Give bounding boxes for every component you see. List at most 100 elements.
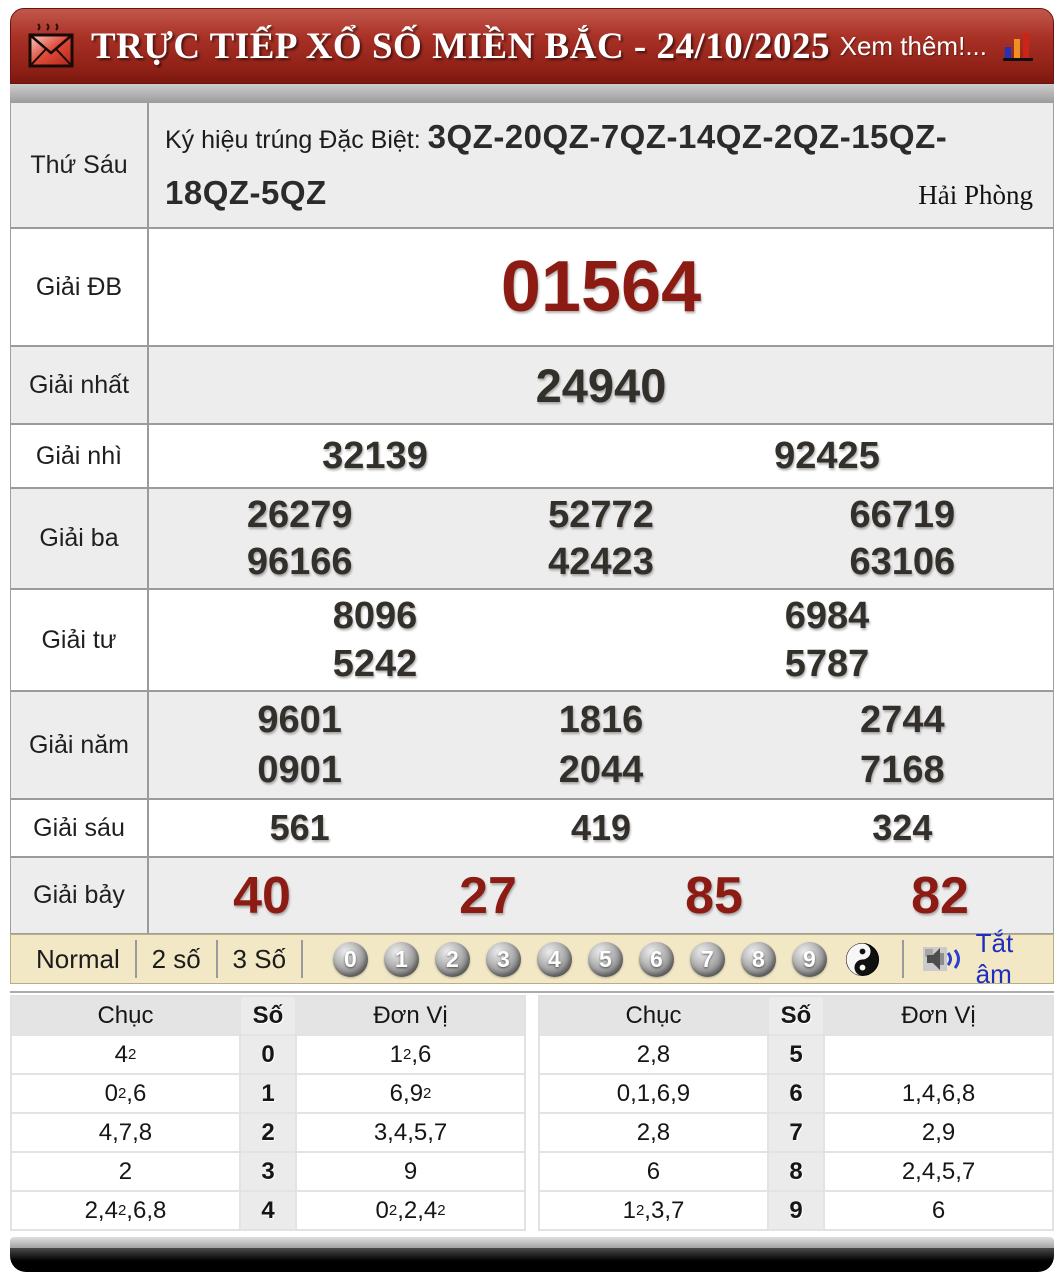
- ball-6[interactable]: 6: [638, 941, 674, 977]
- header-bar: TRỰC TIẾP XỔ SỐ MIỀN BẮC - 24/10/2025 Xe…: [10, 8, 1054, 84]
- stats-cell-chuc: 0 2,6: [104, 1079, 147, 1107]
- prize-line: 96166 42423 63106: [149, 541, 1053, 584]
- ball-2[interactable]: 2: [434, 941, 470, 977]
- stats-cell-so: 2: [238, 1114, 298, 1152]
- prize-number: 7168: [860, 748, 945, 791]
- stats-row: 2,4 2,6,8 4 0 2,2,4 2: [12, 1190, 524, 1230]
- prize-row-bay: Giải bảy 40 27 85 82: [11, 856, 1053, 934]
- stats-row: 1 2,3,7 9 6: [540, 1190, 1052, 1230]
- stats-cell-so: 7: [766, 1114, 826, 1152]
- prize-number: 01564: [500, 247, 702, 328]
- stats-cell-donvi: 0 2,2,4 2: [375, 1196, 446, 1224]
- stats-row: 0,1,6,9 6 1,4,6,8: [540, 1073, 1052, 1113]
- stats-row: 2,8 5: [540, 1034, 1052, 1074]
- prize-values: 9601 1816 2744 0901 2044 7168: [149, 692, 1053, 798]
- stats-cell-donvi: 2,4,5,7: [901, 1157, 976, 1185]
- bar-chart-icon[interactable]: [1001, 28, 1035, 64]
- envelope-icon: [25, 21, 77, 71]
- prize-values: 26279 52772 66719 96166 42423 63106: [149, 489, 1053, 588]
- prize-number: 5242: [332, 642, 418, 685]
- stats-cell-chuc: 0,1,6,9: [616, 1079, 691, 1107]
- speaker-icon: [922, 944, 966, 974]
- prize-number: 82: [911, 866, 969, 925]
- ball-5[interactable]: 5: [587, 941, 623, 977]
- stats-cell-donvi: 3,4,5,7: [373, 1118, 448, 1146]
- stats-header-row: Chục Số Đơn Vị: [540, 997, 1052, 1035]
- prize-number: 92425: [774, 434, 880, 477]
- stats-cell-donvi: 9: [403, 1157, 418, 1185]
- ball-4[interactable]: 4: [536, 941, 572, 977]
- prize-line: 5242 5787: [149, 643, 1053, 686]
- stats-cell-so: 0: [238, 1036, 298, 1074]
- stats-cell-so: 9: [766, 1192, 826, 1230]
- ball-7[interactable]: 7: [689, 941, 725, 977]
- stats-cell-so: 5: [766, 1036, 826, 1074]
- prize-number: 9601: [257, 698, 342, 741]
- stats-cell-chuc: 6: [646, 1157, 661, 1185]
- stats-row: 4 2 0 1 2,6: [12, 1034, 524, 1074]
- lottery-widget: TRỰC TIẾP XỔ SỐ MIỀN BẮC - 24/10/2025 Xe…: [10, 8, 1054, 1272]
- stats-cell-donvi: 1,4,6,8: [901, 1079, 976, 1107]
- prize-number: 24940: [535, 358, 667, 412]
- prize-number: 32139: [322, 434, 428, 477]
- digit-stats: Chục Số Đơn Vị 4 2 0 1 2,6 0 2,6 1 6,9 2 4,7,8 2 3,4,5,…: [10, 991, 1054, 1232]
- stats-cell-so: 1: [238, 1075, 298, 1113]
- prize-line: 40 27 85 82: [149, 866, 1053, 926]
- prize-label: Giải sáu: [11, 800, 149, 857]
- ball-8[interactable]: 8: [740, 941, 776, 977]
- prize-number: 2744: [860, 698, 945, 741]
- prize-number: 419: [570, 807, 632, 849]
- prize-number: 96166: [246, 540, 353, 583]
- prize-number: 1816: [558, 698, 644, 741]
- stats-cell-so: 3: [238, 1153, 298, 1191]
- sign-cell: Ký hiệu trúng Đặc Biệt: 3QZ-20QZ-7QZ-14Q…: [149, 103, 1053, 227]
- prize-line: 24940: [149, 358, 1053, 413]
- prize-number: 40: [233, 866, 291, 925]
- prize-row-ba: Giải ba 26279 52772 66719 96166 42423 63106: [11, 487, 1053, 589]
- ball-9[interactable]: 9: [791, 941, 827, 977]
- prize-number: 27: [459, 866, 517, 925]
- mode-normal[interactable]: Normal: [21, 944, 135, 975]
- prize-label: Giải bảy: [11, 858, 149, 934]
- stats-cell-donvi: 2,9: [921, 1118, 956, 1146]
- stats-row: 2,8 7 2,9: [540, 1112, 1052, 1152]
- prize-number: 66719: [849, 493, 956, 536]
- prize-row-nhi: Giải nhì 32139 92425: [11, 423, 1053, 488]
- prize-line: 0901 2044 7168: [149, 749, 1053, 792]
- yin-yang-ball[interactable]: [845, 942, 880, 977]
- sign-row: Thứ Sáu Ký hiệu trúng Đặc Biệt: 3QZ-20QZ…: [11, 103, 1053, 228]
- ball-1[interactable]: 1: [383, 941, 419, 977]
- divider: [301, 940, 303, 979]
- prize-values: 561 419 324: [149, 800, 1053, 856]
- prize-number: 42423: [548, 540, 654, 583]
- day-label: Thứ Sáu: [11, 103, 149, 228]
- mode-2-digits[interactable]: 2 số: [137, 944, 216, 975]
- stats-header-chuc: Chục: [97, 1001, 154, 1029]
- prize-values: 01564: [149, 229, 1053, 345]
- prize-number: 63106: [849, 540, 956, 583]
- mute-label: Tắt âm: [975, 928, 1014, 990]
- prize-number: 5787: [784, 642, 870, 685]
- stats-cell-chuc: 2,8: [636, 1118, 671, 1146]
- footer-strip: [10, 1237, 1054, 1249]
- stats-header-so: Số: [238, 997, 298, 1035]
- prize-number: 6984: [784, 594, 870, 637]
- prize-line: 561 419 324: [149, 807, 1053, 849]
- stats-table-right: Chục Số Đơn Vị 2,8 5 0,1,6,9 6 1,4,6,8 2,8 7 2,9 6 8…: [538, 995, 1054, 1232]
- stats-cell-chuc: 2,4 2,6,8: [84, 1196, 167, 1224]
- prize-values: 40 27 85 82: [149, 858, 1053, 933]
- results-table: Thứ Sáu Ký hiệu trúng Đặc Biệt: 3QZ-20QZ…: [10, 103, 1054, 935]
- number-balls: 0123456789: [325, 941, 835, 977]
- see-more-link[interactable]: Xem thêm!...: [840, 31, 987, 62]
- prize-line: 9601 1816 2744: [149, 699, 1053, 742]
- ball-0[interactable]: 0: [332, 941, 368, 977]
- stats-cell-so: 8: [766, 1153, 826, 1191]
- prize-label: Giải tư: [11, 590, 149, 691]
- ball-3[interactable]: 3: [485, 941, 521, 977]
- prize-label: Giải năm: [11, 692, 149, 799]
- mute-button[interactable]: Tắt âm: [922, 928, 1043, 990]
- prize-values: 8096 6984 5242 5787: [149, 590, 1053, 690]
- mode-3-digits[interactable]: 3 Số: [218, 944, 302, 975]
- prize-number: 26279: [246, 493, 353, 536]
- province-label: Hải Phòng: [918, 180, 1033, 211]
